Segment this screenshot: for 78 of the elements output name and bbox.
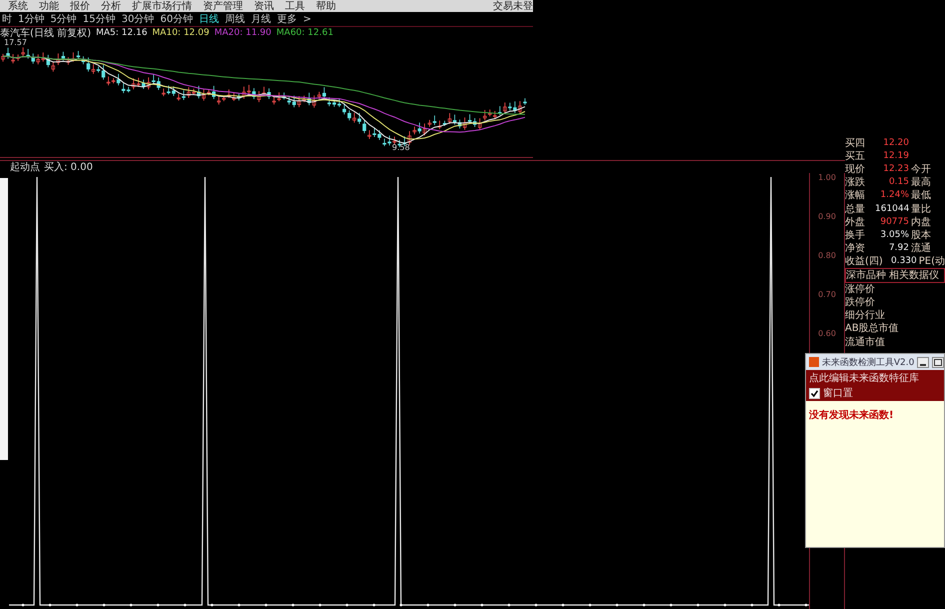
quote-value: 12.23 [882,164,909,174]
quote-label: 现价 [845,162,866,176]
section-title: 深市品种 [846,268,886,282]
quote-label: 外盘 [845,216,866,229]
period-tab[interactable]: > [302,14,312,24]
pin-checkbox[interactable] [809,388,820,398]
quote-label: 量比 [911,202,931,216]
ma-value: MA20: 11.90 [214,28,272,38]
menu-item[interactable]: 帮助 [316,0,336,13]
period-tab[interactable]: 月线 [250,12,271,26]
quote-label: 买四 [845,136,866,150]
quote-value: 7.92 [888,243,909,254]
low-price-label: 9.58 [392,143,410,152]
quote-value: 12.19 [882,150,909,161]
axis-label: 1.00 [818,173,836,182]
quote-value: 12.20 [882,138,909,148]
quote-value: 0.330 [890,256,917,266]
period-tab[interactable]: 时 [2,12,12,26]
quote-label: 今开 [911,162,931,176]
menu-item[interactable]: 工具 [285,0,305,13]
period-tab[interactable]: 15分钟 [82,12,116,26]
info-label: AB股总市值 [845,322,900,336]
menu-item[interactable]: 资讯 [254,0,274,13]
info-label: 流通市值 [845,336,886,349]
axis-label: 0.60 [818,329,836,338]
quote-label: 涨跌 [845,176,866,190]
quote-value: 0.15 [888,177,909,188]
quote-label: 内盘 [911,216,931,229]
period-tab[interactable]: 1分钟 [18,12,44,26]
edit-library-link[interactable]: 点此编辑未来函数特征库 [809,371,941,385]
menu-item[interactable]: 功能 [39,0,59,13]
quote-label: 收益(四) [845,255,882,268]
axis-label: 0.90 [818,212,836,221]
period-tab[interactable]: 60分钟 [160,12,193,26]
quote-label: 总量 [845,202,866,216]
period-tab[interactable]: 日线 [198,12,219,26]
quote-label: 流通 [911,242,931,256]
period-tab[interactable]: 30分钟 [121,12,154,26]
quote-label: 换手 [845,228,866,242]
quote-label: 买五 [845,150,866,163]
indicator-title: 起动点 [10,160,40,174]
high-price-label: 17.57 [4,38,27,47]
quote-label: PE(动 [918,255,945,268]
ma-value: MA60: 12.61 [276,28,334,38]
quote-value: 1.24% [879,190,909,200]
trade-status: 交易未登 [493,0,533,13]
pin-label: 窗口置 [823,386,853,400]
period-tab[interactable]: 5分钟 [50,12,77,26]
maximize-button[interactable] [932,356,944,368]
menu-item[interactable]: 扩展市场行情 [132,0,192,13]
menu-item[interactable]: 系统 [8,0,28,13]
ma-value: MA10: 12.09 [152,28,210,38]
chart-title: 泰汽车(日线 前复权) [0,26,91,39]
related-data-link[interactable]: 相关数据仪 [889,268,939,282]
app-icon [809,357,819,367]
quote-value: 161044 [875,204,909,214]
menu-item[interactable]: 报价 [70,0,90,13]
quote-label: 最高 [911,176,931,190]
quote-value: 3.05% [879,230,909,240]
indicator-reading: 买入: 0.00 [44,160,93,174]
info-label: 跌停价 [845,296,876,310]
minimize-button[interactable] [917,356,930,368]
axis-label: 0.80 [818,251,836,260]
quote-label: 净资 [845,242,866,256]
info-label: 细分行业 [845,309,886,322]
menu-item[interactable]: 资产管理 [203,0,243,13]
quote-label: 股本 [911,228,931,242]
period-tab[interactable]: 周线 [224,12,245,26]
quote-value: 90775 [879,216,909,227]
period-tab[interactable]: 更多 [276,12,297,26]
ma-value: MA5: 12.16 [96,28,148,38]
window-title: 未来函数检测工具V2.0 [822,356,914,368]
info-label: 涨停价 [845,282,876,296]
quote-label: 最低 [911,189,931,202]
quote-label: 涨幅 [845,188,866,202]
axis-label: 0.70 [818,290,836,299]
menu-item[interactable]: 分析 [101,0,121,13]
result-message: 没有发现未来函数! [809,410,894,421]
